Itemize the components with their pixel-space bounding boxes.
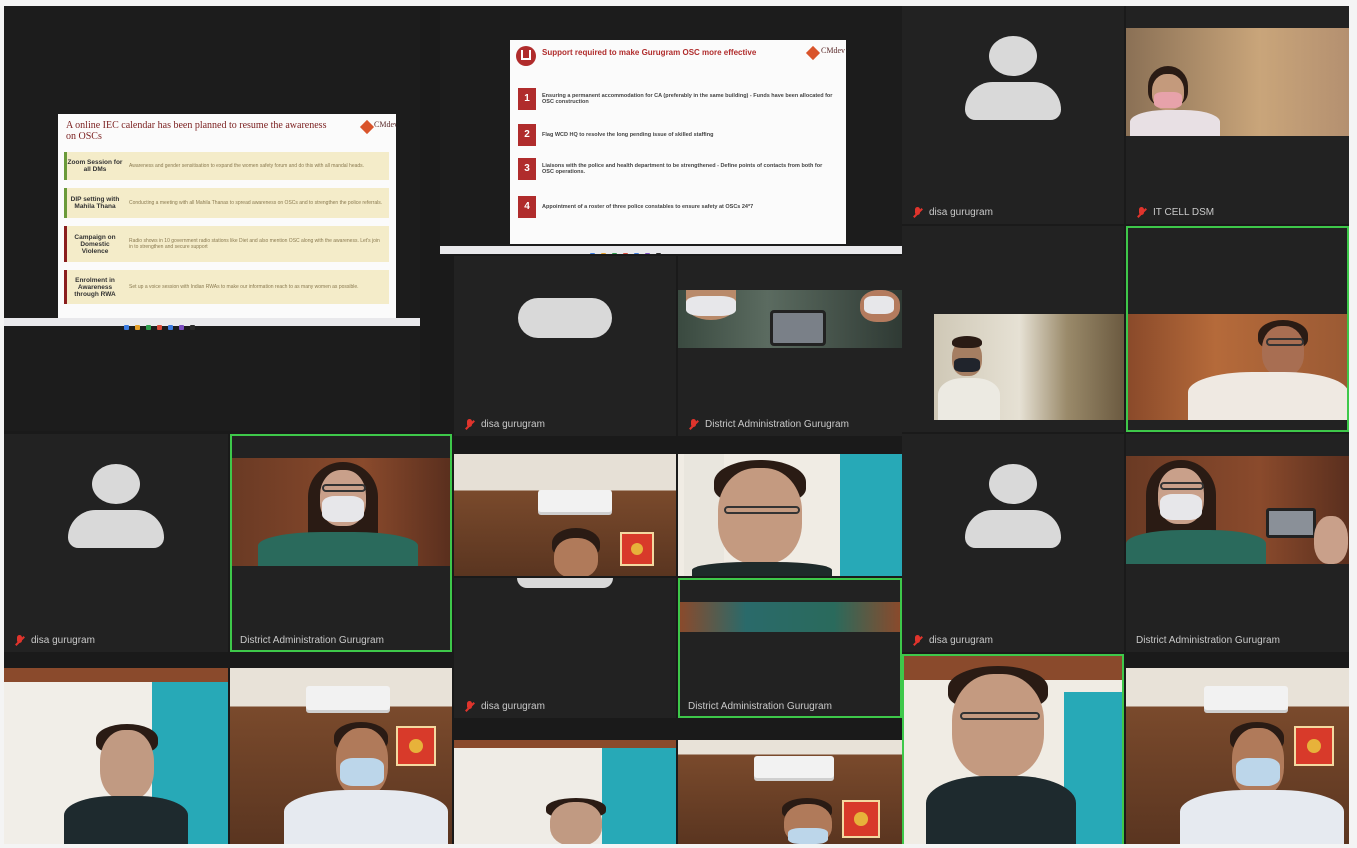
screen-share-tile-center[interactable]: Support required to make Gurugram OSC mo…	[440, 6, 902, 254]
participant-tile[interactable]: IT CELL DSM	[1126, 6, 1349, 224]
participant-video	[1128, 314, 1347, 420]
participant-tile[interactable]: disa gurugram	[4, 434, 228, 652]
participant-video	[1126, 456, 1349, 564]
participant-video	[678, 454, 902, 576]
item-text: Flag WCD HQ to resolve the long pending …	[542, 132, 714, 138]
mic-muted-icon	[688, 419, 699, 430]
support-item-4: 4 Appointment of a roster of three polic…	[518, 192, 834, 222]
row-label: Zoom Session for all DMs	[67, 159, 123, 173]
support-item-1: 1 Ensuring a permanent accommodation for…	[518, 84, 834, 114]
item-text: Liaisons with the police and health depa…	[542, 163, 823, 175]
slide-row-4: Enrolment in Awareness through RWA Set u…	[64, 270, 389, 304]
participant-video	[454, 740, 676, 844]
participant-video	[232, 458, 450, 566]
support-item-2: 2 Flag WCD HQ to resolve the long pendin…	[518, 122, 834, 148]
participant-video	[1126, 668, 1349, 844]
support-required-slide: Support required to make Gurugram OSC mo…	[510, 40, 846, 244]
item-number: 3	[518, 158, 536, 180]
item-text: Ensuring a permanent accommodation for C…	[542, 93, 833, 105]
participant-name: disa gurugram	[481, 419, 545, 430]
participant-name: disa gurugram	[929, 207, 993, 218]
participant-video	[904, 656, 1122, 844]
participant-tile[interactable]	[678, 454, 902, 576]
participant-tile[interactable]: disa gurugram	[902, 434, 1124, 652]
video-conference-grid: A online IEC calendar has been planned t…	[4, 6, 1349, 844]
row-text: Radio shows in 10 government radio stati…	[129, 238, 380, 250]
participant-name: District Administration Gurugram	[240, 635, 384, 646]
participant-tile-active-speaker[interactable]	[1126, 226, 1349, 432]
avatar-placeholder-icon	[68, 464, 164, 548]
participant-tile[interactable]: disa gurugram	[902, 6, 1124, 224]
participant-video	[934, 314, 1124, 420]
mic-muted-icon	[14, 635, 25, 646]
iec-calendar-slide: A online IEC calendar has been planned t…	[58, 114, 396, 318]
support-item-3: 3 Liaisons with the police and health de…	[518, 154, 834, 184]
row-label: Campaign on Domestic Violence	[74, 233, 116, 255]
participant-video	[4, 668, 228, 844]
home-icon	[516, 46, 536, 66]
participant-tile[interactable]	[678, 740, 902, 844]
participant-name: IT CELL DSM	[1153, 207, 1215, 218]
participant-tile[interactable]	[454, 454, 676, 576]
participant-video	[1126, 28, 1349, 136]
participant-name: disa gurugram	[481, 701, 545, 712]
avatar-placeholder-icon	[965, 36, 1061, 120]
participant-tile-active-speaker[interactable]: District Administration Gurugram	[230, 434, 452, 652]
participant-tile[interactable]	[1126, 668, 1349, 844]
slide-title: Support required to make Gurugram OSC mo…	[542, 48, 757, 57]
participant-video	[230, 668, 452, 844]
slide-row-3: Campaign on Domestic Violence Radio show…	[64, 226, 389, 262]
participant-name: District Administration Gurugram	[705, 419, 849, 430]
participant-tile[interactable]	[454, 740, 676, 844]
participant-tile[interactable]	[230, 668, 452, 844]
row-text: Set up a voice session with Indian RWAs …	[129, 284, 359, 290]
participant-name: disa gurugram	[31, 635, 95, 646]
slide-title: A online IEC calendar has been planned t…	[66, 120, 327, 142]
item-text: Appointment of a roster of three police …	[542, 204, 754, 210]
cmdev-logo: CMdev	[359, 119, 396, 136]
row-text: Conducting a meeting with all Mahila Tha…	[129, 200, 383, 206]
slide-row-1: Zoom Session for all DMs Awareness and g…	[64, 152, 389, 180]
participant-name: disa gurugram	[929, 635, 993, 646]
item-number: 4	[518, 196, 536, 218]
row-text: Awareness and gender sensitisation to ex…	[129, 163, 365, 169]
mic-muted-icon	[912, 207, 923, 218]
participant-tile-active-speaker[interactable]: District Administration Gurugram	[678, 578, 902, 718]
participant-tile[interactable]: District Administration Gurugram	[678, 256, 902, 436]
participant-tile-active-speaker[interactable]	[902, 654, 1124, 844]
row-label: DIP setting with Mahila Thana	[70, 196, 120, 210]
participant-video	[454, 454, 676, 576]
mic-muted-icon	[464, 701, 475, 712]
participant-video	[680, 602, 900, 632]
slide-row-2: DIP setting with Mahila Thana Conducting…	[64, 188, 389, 218]
avatar-placeholder-icon	[965, 464, 1061, 548]
mic-muted-icon	[464, 419, 475, 430]
mic-muted-icon	[1136, 207, 1147, 218]
participant-video	[678, 290, 902, 348]
item-number: 1	[518, 88, 536, 110]
item-number: 2	[518, 124, 536, 146]
avatar-placeholder-icon	[518, 298, 612, 338]
avatar-placeholder-icon	[517, 578, 613, 588]
screen-share-tile-left[interactable]: A online IEC calendar has been planned t…	[4, 6, 420, 431]
windows-taskbar	[4, 318, 420, 330]
participant-tile[interactable]	[902, 226, 1124, 432]
cmdev-logo: CMdev	[805, 45, 845, 62]
windows-taskbar	[440, 246, 902, 254]
participant-tile[interactable]: District Administration Gurugram	[1126, 434, 1349, 652]
participant-video	[678, 740, 902, 844]
participant-tile[interactable]: disa gurugram	[454, 578, 676, 718]
row-label: Enrolment in Awareness through RWA	[74, 276, 116, 298]
participant-tile[interactable]: disa gurugram	[454, 256, 676, 436]
participant-name: District Administration Gurugram	[688, 701, 832, 712]
participant-tile[interactable]	[4, 668, 228, 844]
participant-name: District Administration Gurugram	[1136, 635, 1280, 646]
mic-muted-icon	[912, 635, 923, 646]
